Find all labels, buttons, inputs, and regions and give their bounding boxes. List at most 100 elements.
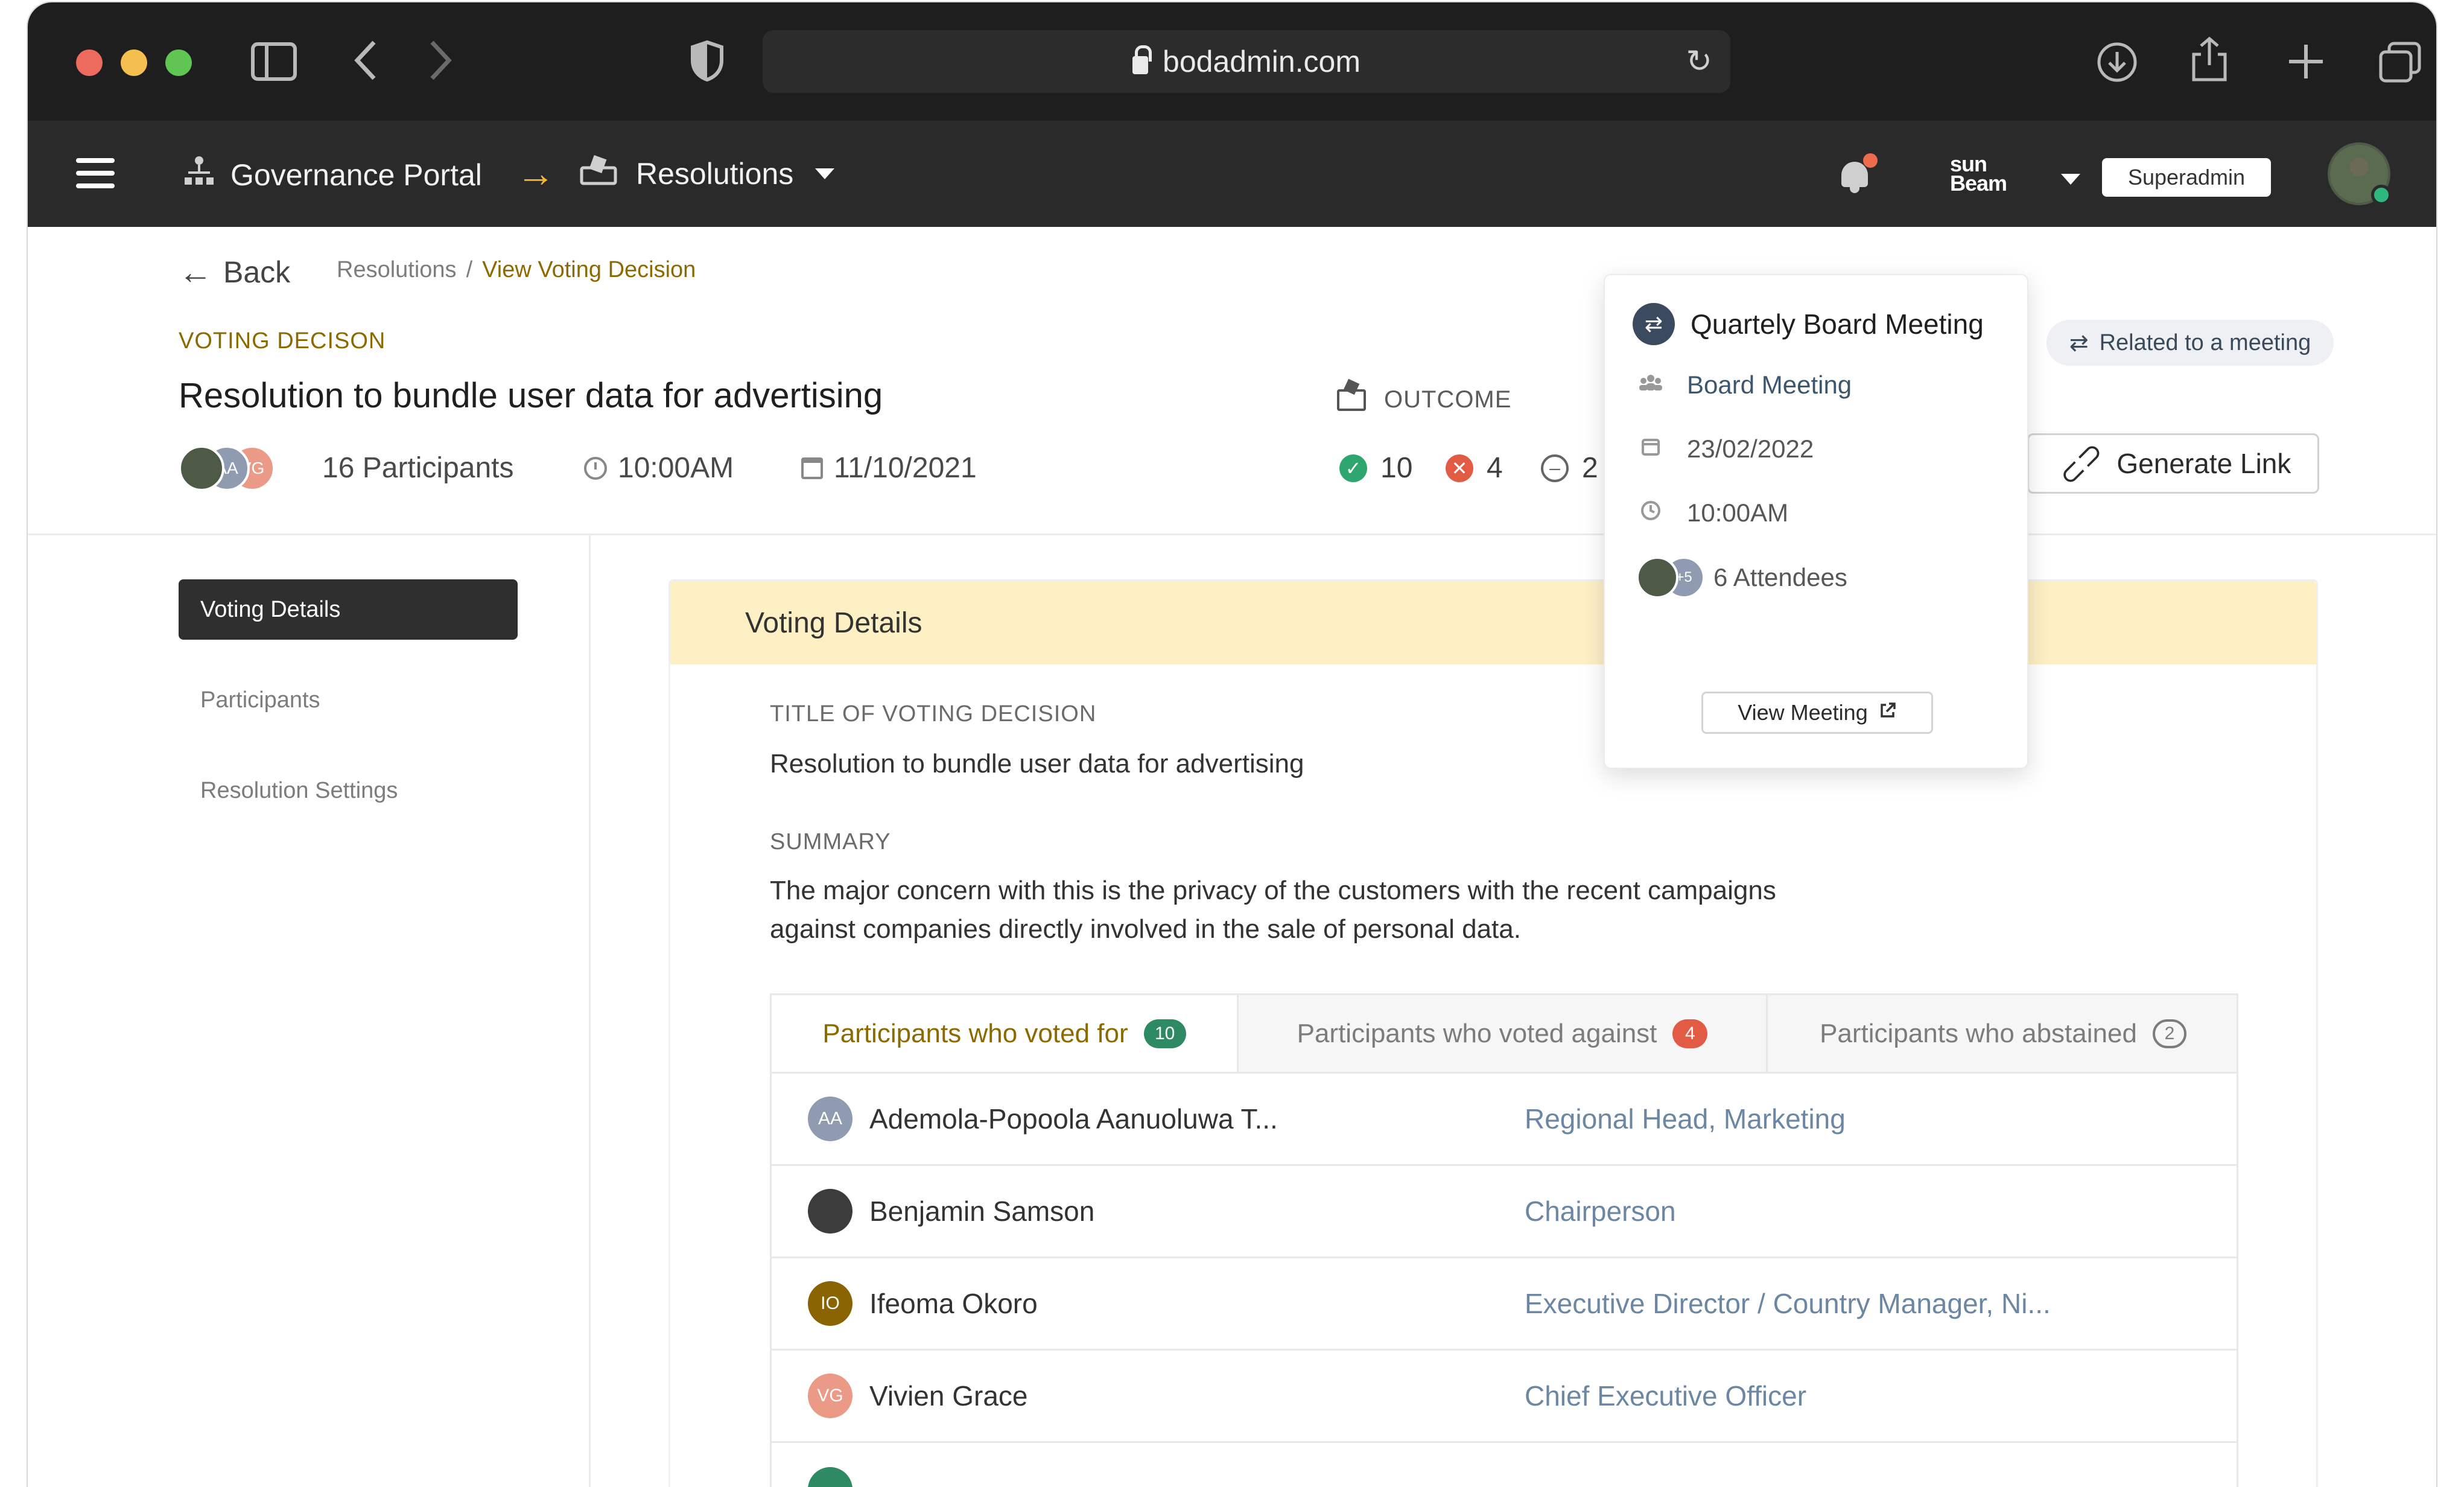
check-icon: ✓: [1339, 454, 1367, 482]
attendees-count: 6 Attendees: [1713, 563, 1847, 591]
summary-line-1: The major concern with this is the priva…: [770, 876, 1776, 905]
minimize-window-button[interactable]: [121, 49, 147, 76]
outcome-label-text: OUTCOME: [1384, 386, 1512, 413]
swap-arrows-icon: ⇄: [1633, 303, 1675, 345]
summary-field-label: SUMMARY: [770, 829, 891, 855]
view-meeting-button[interactable]: View Meeting: [1701, 692, 1933, 734]
brand-chevron-down-icon[interactable]: [2061, 174, 2080, 185]
back-label: Back: [223, 255, 291, 289]
table-row[interactable]: IO Ifeoma Okoro Executive Director / Cou…: [772, 1256, 2237, 1349]
voting-time-value: 10:00AM: [618, 452, 734, 484]
breadcrumb-arrow-icon: →: [516, 151, 555, 195]
reload-icon[interactable]: ↻: [1686, 43, 1712, 80]
notification-bell-icon[interactable]: [1838, 153, 1878, 194]
panel-heading: Voting Details: [670, 581, 2316, 664]
related-meeting-chip[interactable]: ⇄ Related to a meeting: [2046, 320, 2334, 366]
address-bar[interactable]: bodadmin.com ↻: [763, 30, 1730, 93]
tab-overview-icon[interactable]: [2378, 41, 2422, 89]
sidebar-item-voting-details[interactable]: Voting Details: [179, 579, 518, 640]
brand-logo-line2: Beam: [1950, 171, 2007, 196]
calendar-icon: [801, 457, 823, 479]
download-icon[interactable]: [2096, 41, 2138, 89]
participant-avatars[interactable]: AA VG: [179, 445, 287, 491]
org-chart-icon: [182, 154, 216, 196]
tab-voted-against[interactable]: Participants who voted against 4: [1239, 995, 1766, 1072]
sidebar-item-participants[interactable]: Participants: [179, 670, 518, 730]
participant-name: Ademola-Popoola Aanuoluwa T...: [869, 1103, 1278, 1135]
page-kicker: VOTING DECISON: [179, 328, 386, 354]
votes-abstained-value: 2: [1582, 452, 1598, 484]
tab-abstained[interactable]: Participants who abstained 2: [1768, 995, 2238, 1072]
table-row[interactable]: VG Vivien Grace Chief Executive Officer: [772, 1349, 2237, 1441]
participant-name: Vivien Grace: [869, 1380, 1028, 1412]
ballot-icon: [1337, 389, 1366, 411]
meeting-date: 23/02/2022: [1687, 435, 1814, 463]
title-field-label: TITLE OF VOTING DECISION: [770, 701, 1097, 727]
participant-avatar-photo: [179, 445, 224, 491]
tab-voted-against-badge: 4: [1672, 1019, 1708, 1048]
meeting-date-row: 23/02/2022: [1639, 435, 1814, 463]
x-circle-icon: ✕: [1446, 454, 1473, 482]
sidebar-divider: [589, 535, 591, 1487]
arrow-left-icon: ←: [179, 253, 212, 291]
participant-role: Executive Director / Country Manager, Ni…: [1525, 1288, 2051, 1319]
header-divider: [28, 533, 2436, 535]
generate-link-label: Generate Link: [2116, 448, 2291, 479]
resolutions-dropdown[interactable]: Resolutions: [579, 154, 835, 193]
voting-date-value: 11/10/2021: [834, 452, 977, 484]
meeting-attendees-row: +5 6 Attendees: [1636, 556, 1847, 599]
brand-logo[interactable]: sun Beam: [1950, 153, 2007, 196]
menu-icon[interactable]: [76, 158, 115, 188]
close-window-button[interactable]: [76, 49, 103, 76]
back-button[interactable]: ← Back: [179, 252, 290, 291]
summary-line-2: against companies directly involved in t…: [770, 914, 1521, 944]
table-row[interactable]: Benjamin Samson Chairperson: [772, 1164, 2237, 1256]
meeting-time: 10:00AM: [1687, 498, 1789, 527]
governance-portal-link[interactable]: Governance Portal: [182, 154, 482, 196]
new-tab-icon[interactable]: [2287, 42, 2325, 87]
share-icon[interactable]: [2190, 36, 2229, 88]
avatar: IO: [808, 1281, 853, 1326]
popover-title: ⇄ Quartely Board Meeting: [1633, 303, 1984, 345]
table-row[interactable]: AA Ademola-Popoola Aanuoluwa T... Region…: [772, 1072, 2237, 1164]
meeting-popover: ⇄ Quartely Board Meeting Board Meeting 2…: [1604, 274, 2028, 769]
votes-for-count: ✓ 10: [1339, 451, 1412, 485]
avatar: AA: [808, 1097, 853, 1141]
app-navbar: Governance Portal → Resolutions sun Beam…: [28, 121, 2436, 227]
generate-link-button[interactable]: ⊂⊃ Generate Link: [2027, 433, 2319, 494]
breadcrumb: Resolutions / View Voting Decision: [337, 257, 696, 283]
title-field-value: Resolution to bundle user data for adver…: [770, 749, 1304, 779]
shield-icon[interactable]: [689, 40, 725, 88]
sidebar-item-resolution-settings[interactable]: Resolution Settings: [179, 760, 518, 821]
maximize-window-button[interactable]: [165, 49, 192, 76]
votes-against-count: ✕ 4: [1446, 451, 1503, 485]
attendee-avatars[interactable]: +5: [1636, 556, 1706, 599]
meeting-title: Quartely Board Meeting: [1691, 308, 1984, 340]
participant-role: Regional Head, Marketing: [1525, 1103, 1846, 1135]
ballot-box-icon: [579, 154, 618, 193]
back-nav-icon[interactable]: [354, 40, 378, 87]
summary-field-value: The major concern with this is the priva…: [770, 871, 1776, 949]
online-status-dot: [2371, 185, 2392, 205]
section-title: Resolutions: [636, 157, 794, 191]
minus-circle-icon: –: [1541, 454, 1569, 482]
breadcrumb-resolutions[interactable]: Resolutions: [337, 257, 457, 282]
tab-voted-for[interactable]: Participants who voted for 10: [772, 995, 1239, 1072]
participant-name: Benjamin Samson: [869, 1196, 1095, 1227]
people-icon: [1639, 374, 1663, 396]
notification-dot: [1863, 153, 1878, 168]
voting-date: 11/10/2021: [801, 451, 977, 485]
sidebar-toggle-icon[interactable]: [251, 42, 297, 87]
votes-against-value: 4: [1487, 452, 1503, 484]
voting-time: 10:00AM: [584, 451, 734, 485]
tab-abstained-label: Participants who abstained: [1820, 1018, 2137, 1048]
clock-icon: [1639, 500, 1663, 526]
tab-abstained-badge: 2: [2152, 1019, 2186, 1048]
browser-window: bodadmin.com ↻ Governance Portal → Resol…: [28, 2, 2436, 1487]
meeting-type-row: Board Meeting: [1639, 371, 1852, 400]
meeting-type[interactable]: Board Meeting: [1687, 371, 1852, 400]
forward-nav-icon[interactable]: [428, 40, 452, 87]
user-avatar[interactable]: [2328, 142, 2392, 205]
tab-voted-for-badge: 10: [1143, 1019, 1186, 1048]
table-row[interactable]: [772, 1441, 2237, 1487]
